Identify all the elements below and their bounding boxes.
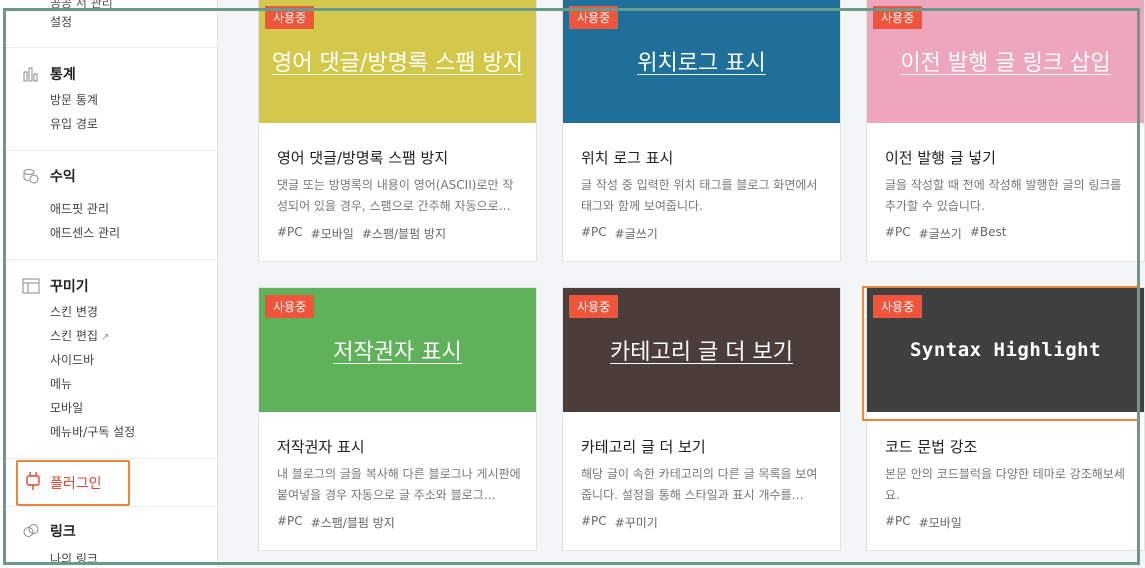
tag: #글쓰기 — [614, 227, 658, 241]
sidebar-item-mobile[interactable]: 모바일 — [50, 396, 135, 420]
sidebar-item-plugin[interactable]: 플러그인 — [16, 460, 130, 506]
plugin-card[interactable]: 저작권자 표시 사용중 저작권자 표시 내 블로그의 글을 복사해 다른 블로그… — [258, 287, 537, 551]
sidebar-item-setting[interactable]: 설정 — [50, 13, 72, 30]
thumbnail-title: 영어 댓글/방명록 스팸 방지 — [271, 51, 524, 76]
layout-icon — [22, 277, 40, 295]
plugin-title: 위치 로그 표시 — [581, 149, 674, 167]
sidebar-item-sidebar[interactable]: 사이드바 — [50, 348, 135, 372]
in-use-badge: 사용중 — [265, 6, 315, 29]
plugin-title: 이전 발행 글 넣기 — [885, 149, 996, 167]
tag: #PC — [581, 225, 607, 239]
plugin-title: 코드 문법 강조 — [885, 438, 978, 456]
thumbnail-title: 카테고리 글 더 보기 — [610, 340, 793, 365]
tag: #PC — [277, 514, 303, 528]
plugin-description: 글을 작성할 때 전에 작성해 발행한 글의 링크를 추가할 수 있습니다. — [885, 178, 1122, 213]
plugin-description: 글 작성 중 입력한 위치 태그를 블로그 화면에서 태그와 함께 보여줍니다. — [581, 178, 818, 213]
plugin-title: 저작권자 표시 — [277, 438, 365, 456]
sidebar-label-link: 링크 — [50, 524, 76, 540]
tag: #글쓰기 — [918, 227, 962, 241]
tag: #모바일 — [918, 516, 962, 530]
sidebar-label-decorate: 꾸미기 — [50, 279, 89, 295]
thumbnail-title: 이전 발행 글 링크 삽입 — [900, 51, 1111, 76]
in-use-badge: 사용중 — [265, 295, 315, 318]
plugin-tags: #PC #글쓰기 #Best — [885, 225, 1007, 242]
plugin-title: 영어 댓글/방명록 스팸 방지 — [277, 149, 449, 167]
sidebar: 공공 서 관리 설정 통계 방문 통계 유입 경로 수익 애드핏 관리 애드센스… — [0, 0, 218, 568]
tag: #PC — [581, 514, 607, 528]
sidebar-item-adsense[interactable]: 애드센스 관리 — [50, 221, 120, 245]
sidebar-section-stats: 통계 방문 통계 유입 경로 — [0, 47, 217, 150]
thumbnail-title: 저작권자 표시 — [333, 340, 462, 365]
in-use-badge: 사용중 — [873, 6, 923, 29]
skin-edit-label: 스킨 편집 — [50, 329, 98, 343]
tag: #Best — [969, 225, 1007, 239]
sidebar-item-menubar[interactable]: 메뉴바/구독 설정 — [50, 420, 135, 444]
tag: #스팸/블펌 방지 — [361, 227, 447, 241]
plugin-description: 해당 글이 속한 카테고리의 다른 글 목록을 보여줍니다. 설정을 통해 스타… — [581, 467, 818, 502]
sidebar-item-adfit[interactable]: 애드핏 관리 — [50, 197, 120, 221]
link-icon — [22, 522, 40, 540]
plugin-tags: #PC #꾸미기 — [581, 514, 658, 531]
tag: #모바일 — [310, 227, 354, 241]
sidebar-head-link[interactable]: 링크 — [22, 521, 76, 541]
thumbnail-title: 위치로그 표시 — [637, 51, 766, 76]
plugin-tags: #PC #모바일 — [885, 514, 962, 531]
plugin-description: 본문 안의 코드블럭을 다양한 테마로 강조해보세요. — [885, 467, 1125, 502]
tag: #PC — [277, 225, 303, 239]
plugin-title: 카테고리 글 더 보기 — [581, 438, 706, 456]
in-use-badge: 사용중 — [569, 295, 619, 318]
sidebar-item-my-link[interactable]: 나의 링크 — [50, 547, 98, 568]
sidebar-section-revenue: 수익 애드핏 관리 애드센스 관리 — [0, 150, 217, 259]
tag: #PC — [885, 514, 911, 528]
sidebar-item-inflow[interactable]: 유입 경로 — [50, 112, 98, 136]
plugin-card[interactable]: 카테고리 글 더 보기 사용중 카테고리 글 더 보기 해당 글이 속한 카테고… — [562, 287, 841, 551]
plugin-card[interactable]: 영어 댓글/방명록 스팸 방지 사용중 영어 댓글/방명록 스팸 방지 댓글 또… — [258, 0, 537, 262]
sidebar-section-decorate: 꾸미기 스킨 변경 스킨 편집 ↗ 사이드바 메뉴 모바일 메뉴바/구독 설정 — [0, 259, 217, 458]
external-link-icon: ↗ — [100, 332, 110, 343]
sidebar-head-stats[interactable]: 통계 — [22, 64, 76, 84]
tag: #꾸미기 — [614, 516, 658, 530]
plugin-card[interactable]: 이전 발행 글 링크 삽입 사용중 이전 발행 글 넣기 글을 작성할 때 전에… — [866, 0, 1145, 262]
in-use-badge: 사용중 — [569, 6, 619, 29]
bar-chart-icon — [22, 65, 40, 83]
plugin-tags: #PC #글쓰기 — [581, 225, 658, 242]
sidebar-label-revenue: 수익 — [50, 169, 76, 185]
coins-icon — [22, 167, 40, 185]
sidebar-item-visit-stats[interactable]: 방문 통계 — [50, 88, 98, 112]
sidebar-item-skin-edit[interactable]: 스킨 편집 ↗ — [50, 324, 135, 348]
sidebar-item-menu[interactable]: 메뉴 — [50, 372, 135, 396]
plugin-description: 댓글 또는 방명록의 내용이 영어(ASCII)로만 작성되어 있을 경우, 스… — [277, 178, 514, 213]
plugin-card[interactable]: 위치로그 표시 사용중 위치 로그 표시 글 작성 중 입력한 위치 태그를 블… — [562, 0, 841, 262]
sidebar-head-revenue[interactable]: 수익 — [22, 166, 76, 186]
sidebar-label-plugin: 플러그인 — [50, 476, 102, 492]
plugin-description: 내 블로그의 글을 복사해 다른 블로그나 게시판에 붙여넣을 경우 자동으로 … — [277, 467, 521, 502]
sidebar-item-skin-change[interactable]: 스킨 변경 — [50, 300, 135, 324]
sidebar-head-decorate[interactable]: 꾸미기 — [22, 276, 89, 296]
plugin-tags: #PC #스팸/블펌 방지 — [277, 514, 395, 531]
selection-highlight — [862, 286, 1139, 421]
tag: #스팸/블펌 방지 — [310, 516, 395, 530]
tag: #PC — [885, 225, 911, 239]
plug-icon — [24, 471, 42, 495]
sidebar-label-stats: 통계 — [50, 67, 76, 83]
plugin-tags: #PC #모바일 #스팸/블펌 방지 — [277, 225, 446, 242]
sidebar-section-link: 링크 나의 링크 — [0, 506, 217, 568]
sidebar-cut-item[interactable]: 공공 서 관리 — [50, 0, 113, 11]
